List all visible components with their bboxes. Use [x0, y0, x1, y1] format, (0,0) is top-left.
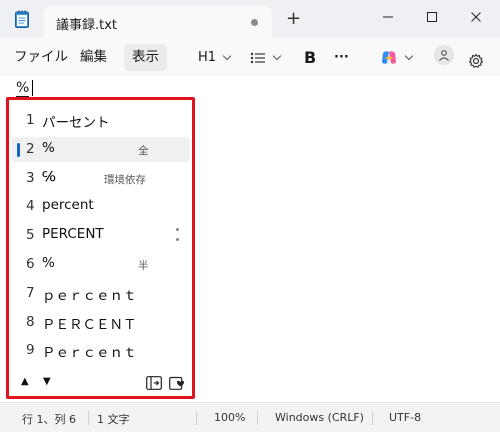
menu-file[interactable]: ファイル — [6, 44, 76, 71]
bold-icon: B — [304, 48, 317, 67]
notepad-app-icon — [15, 10, 29, 28]
expand-table-icon[interactable] — [146, 375, 162, 390]
composition-text: % — [16, 80, 30, 97]
zoom-level[interactable]: 100% — [214, 411, 245, 424]
candidate-item[interactable]: 5 PERCENT — [12, 223, 190, 248]
candidate-item[interactable]: 4 percent — [12, 194, 190, 219]
candidate-text: PERCENT — [42, 226, 104, 243]
candidate-text: % — [42, 139, 55, 156]
list-dropdown[interactable] — [250, 44, 282, 71]
candidate-note: 全 — [138, 144, 149, 157]
candidate-number: 8 — [26, 313, 35, 330]
unsaved-indicator-icon[interactable] — [251, 19, 258, 26]
menu-bar: ファイル 編集 表示 H1 B ··· — [0, 38, 500, 76]
chevron-down-icon — [404, 51, 414, 60]
candidate-text: ℅ — [42, 168, 56, 185]
minimize-button[interactable] — [366, 0, 410, 34]
candidate-number: 5 — [26, 227, 35, 244]
status-bar: 行 1、列 6 1 文字 100% Windows (CRLF) UTF-8 — [0, 402, 500, 432]
candidate-number: 9 — [26, 342, 35, 359]
previous-page-icon[interactable]: ▲ — [21, 376, 29, 387]
candidate-text: パーセント — [42, 115, 110, 131]
menu-view[interactable]: 表示 — [124, 44, 167, 71]
tab-title: 議事録.txt — [56, 18, 118, 33]
candidate-note: 半 — [138, 260, 149, 272]
candidate-item[interactable]: 1 パーセント — [12, 108, 190, 133]
ime-candidate-window: 1 パーセント 2% 全 3 ℅ 環境依存 4 percent 5 PERCENT 6% 半 7 ｐｅｒｃｅ… — [6, 97, 195, 399]
status-divider — [196, 411, 197, 425]
candidate-text: percent — [42, 197, 94, 214]
candidate-number: 7 — [26, 284, 35, 301]
candidate-item[interactable]: 9 Ｐｅｒｃｅｎｔ — [12, 338, 190, 363]
line-ending[interactable]: Windows (CRLF) — [275, 411, 364, 424]
heading-dropdown[interactable]: H1 — [198, 44, 232, 71]
candidate-number: 1 — [26, 112, 35, 128]
candidate-item[interactable]: 2% 全 — [12, 136, 190, 162]
document-tab[interactable]: 議事録.txt — [44, 6, 272, 38]
copilot-dropdown[interactable] — [380, 44, 414, 71]
copilot-icon — [382, 50, 396, 64]
account-avatar[interactable] — [434, 45, 454, 65]
new-tab-button[interactable]: + — [286, 10, 301, 28]
candidate-item[interactable]: 8 ＰＥＲＣＥＮＴ — [12, 310, 190, 335]
text-caret — [32, 80, 33, 96]
scroll-indicator[interactable] — [176, 228, 180, 248]
cursor-position: 行 1、列 6 — [22, 413, 76, 426]
candidate-number: 4 — [26, 198, 35, 215]
ime-footer: ▲ ▼ — [9, 370, 192, 396]
candidate-text: Ｐｅｒｃｅｎｔ — [42, 345, 137, 362]
close-button[interactable] — [454, 0, 498, 34]
close-icon — [471, 12, 481, 22]
candidate-number: 6 — [26, 256, 35, 272]
more-icon: ··· — [334, 50, 349, 65]
more-options-button[interactable]: ··· — [334, 44, 349, 71]
status-divider — [257, 411, 258, 425]
selection-indicator — [17, 142, 20, 157]
maximize-button[interactable] — [410, 0, 454, 34]
next-page-icon[interactable]: ▼ — [43, 376, 51, 387]
gear-icon — [468, 53, 484, 68]
status-divider — [88, 411, 89, 425]
maximize-icon — [427, 12, 437, 22]
candidate-item[interactable]: 3 ℅ 環境依存 — [12, 166, 190, 191]
menu-edit[interactable]: 編集 — [72, 44, 115, 71]
candidate-number: 3 — [26, 169, 35, 186]
favorite-emoji-icon[interactable] — [169, 375, 185, 390]
candidate-text: ｐｅｒｃｅｎｔ — [42, 287, 137, 304]
candidate-text: ＰＥＲＣＥＮＴ — [42, 316, 137, 333]
settings-button[interactable] — [468, 47, 484, 74]
character-count: 1 文字 — [97, 413, 130, 426]
candidate-number: 2 — [26, 140, 35, 157]
status-divider — [372, 411, 373, 425]
chevron-down-icon — [272, 51, 282, 60]
candidate-item[interactable]: 7 ｐｅｒｃｅｎｔ — [12, 281, 190, 306]
encoding[interactable]: UTF-8 — [389, 411, 421, 424]
title-bar: 議事録.txt + — [0, 0, 500, 38]
bold-button[interactable]: B — [304, 44, 316, 71]
list-icon — [250, 52, 265, 63]
minimize-icon — [383, 16, 393, 18]
chevron-down-icon — [222, 51, 232, 60]
person-icon — [439, 50, 449, 61]
candidate-text: % — [42, 255, 55, 271]
candidate-item[interactable]: 6% 半 — [12, 252, 190, 277]
heading-label: H1 — [198, 50, 217, 65]
candidate-note: 環境依存 — [104, 173, 146, 186]
